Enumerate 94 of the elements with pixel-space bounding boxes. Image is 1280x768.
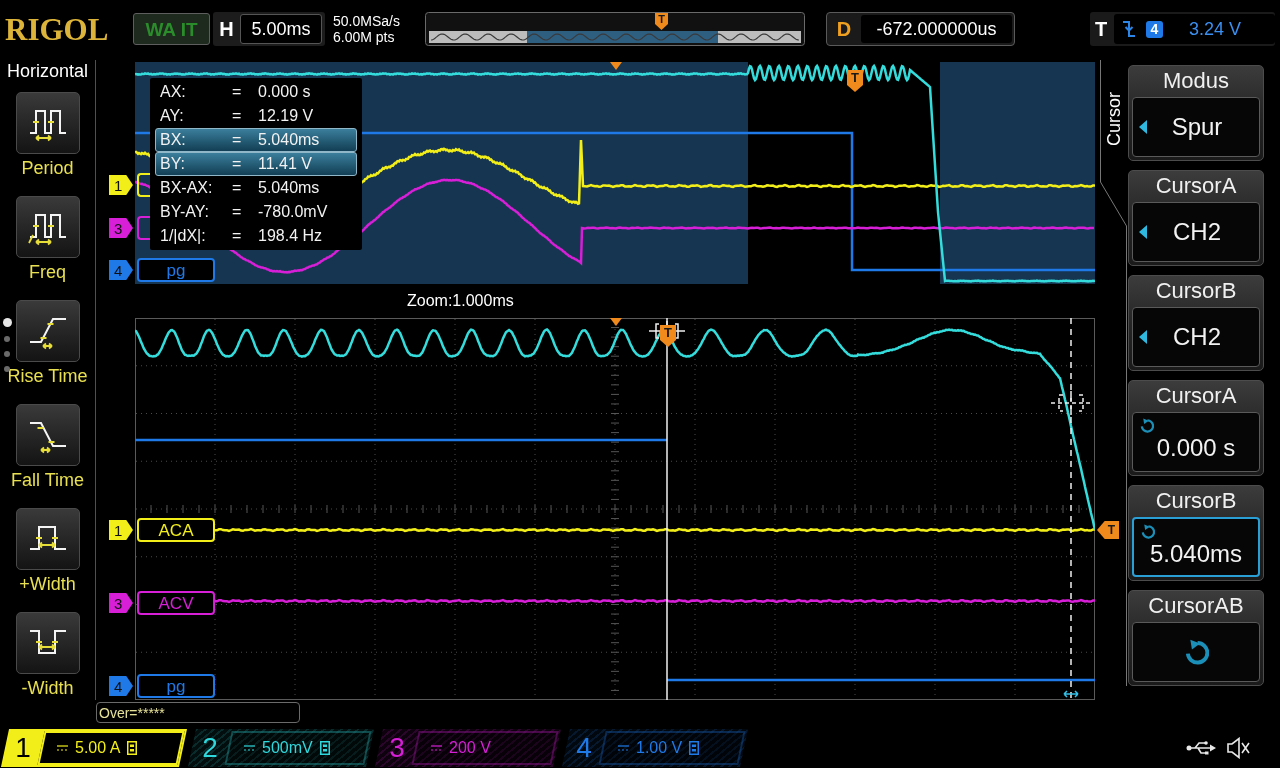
menu-title: Horizontal <box>6 60 88 82</box>
channel-number: 3 <box>388 734 406 762</box>
measure-label: +Width <box>19 573 76 595</box>
measure-button[interactable] <box>15 196 80 258</box>
measure-label: Period <box>21 157 74 179</box>
measure-button[interactable] <box>15 92 80 154</box>
channel-tab[interactable]: 4 1.00 V <box>561 729 749 767</box>
brand-logo: RIGOL <box>5 13 110 45</box>
double-arrow-icon <box>1063 690 1079 698</box>
rotate-icon <box>1139 418 1154 433</box>
softkey[interactable]: CursorA 0.000 s <box>1128 380 1264 476</box>
channel-scale-button[interactable]: 1.00 V <box>598 731 746 765</box>
softkey-title: CursorB <box>1155 277 1237 305</box>
softkey[interactable]: CursorB 5.040ms <box>1128 485 1264 581</box>
dc-coupling-icon <box>618 745 629 751</box>
channel-tab[interactable]: 3 200 V <box>374 729 562 767</box>
channel-marker[interactable]: 3 <box>109 593 133 613</box>
usb-icon <box>1186 740 1216 756</box>
channel-marker[interactable]: 1 <box>109 520 133 540</box>
channel-marker[interactable]: 4 <box>109 676 133 696</box>
channel-scale-button[interactable]: 5.00 A <box>37 731 185 765</box>
trigger-position-icon <box>610 62 622 70</box>
speaker-muted-icon <box>1226 737 1250 759</box>
measure-button[interactable] <box>15 300 80 362</box>
softkey-title: Modus <box>1162 67 1229 95</box>
left-triangle-icon <box>1139 120 1147 134</box>
falling-edge-icon <box>1122 20 1136 38</box>
channel-label: ACV <box>137 591 215 615</box>
softkey[interactable]: CursorA CH2 <box>1128 170 1264 266</box>
softkey-value: Spur <box>1170 115 1224 139</box>
softkey-title: CursorA <box>1155 172 1237 200</box>
measure-button[interactable] <box>15 612 80 674</box>
channel-tab[interactable]: 2 500mV <box>187 729 375 767</box>
softkey-title: CursorAB <box>1148 592 1244 620</box>
channel-marker[interactable]: 3 <box>109 218 133 238</box>
cursor-readout-row-text: BX-AX: = 5.040ms <box>159 178 321 198</box>
left-triangle-icon <box>1139 330 1147 344</box>
cursor-readout-row-text: 1/|dX|: = 198.4 Hz <box>159 226 324 246</box>
run-status: WA IT <box>133 13 210 45</box>
memory-depth: 6.00M pts <box>333 29 396 45</box>
crosshair-icon[interactable] <box>1051 391 1091 415</box>
channel-number: 4 <box>575 734 593 762</box>
channel-marker[interactable]: 4 <box>109 260 133 280</box>
left-triangle-icon <box>1139 225 1147 239</box>
channel-scale-button[interactable]: 500mV <box>224 731 372 765</box>
softkey[interactable]: CursorAB <box>1128 590 1264 686</box>
softkey-value: CH2 <box>1172 220 1222 244</box>
trigger-level-marker[interactable]: T <box>1097 521 1119 539</box>
softkey-title: CursorA <box>1155 382 1237 410</box>
sample-rate: 50.0MSa/s <box>333 13 401 29</box>
trigger-marker[interactable]: T <box>660 325 676 347</box>
cursor-line[interactable] <box>1070 318 1072 700</box>
cursor-readout-row: BY: = 11.41 V <box>155 152 357 176</box>
measure-label: Freq <box>29 261 66 283</box>
timebase-value[interactable]: 5.00ms <box>240 14 322 44</box>
channel-label: pg <box>137 258 215 282</box>
measure-label: -Width <box>21 677 74 699</box>
cursor-readout-row-text: AX: = 0.000 s <box>159 82 312 102</box>
cursor-readout-row: BX: = 5.040ms <box>155 128 357 152</box>
measure-label: Fall Time <box>11 469 84 491</box>
channel-scale-button[interactable]: 200 V <box>411 731 559 765</box>
trigger-position-icon <box>610 318 622 326</box>
dc-coupling-icon <box>57 745 68 751</box>
channel-tab[interactable]: 1 5.00 A <box>0 729 188 767</box>
softkey-value: CH2 <box>1172 325 1222 349</box>
trigger-level-value[interactable]: 3.24 V <box>1189 20 1242 38</box>
dc-coupling-icon <box>431 745 442 751</box>
measure-label: Rise Time <box>7 365 88 387</box>
rotate-icon <box>1183 639 1209 665</box>
channel-number: 2 <box>201 734 219 762</box>
cursor-readout-row-text: AY: = 12.19 V <box>159 106 315 126</box>
trigger-marker[interactable]: T <box>847 70 863 92</box>
measure-button[interactable] <box>15 404 80 466</box>
measure-button[interactable] <box>15 508 80 570</box>
softkey-value: 0.000 s <box>1156 435 1236 461</box>
delay-value[interactable]: -672.000000us <box>861 15 1012 43</box>
dc-coupling-icon <box>244 745 255 751</box>
menu-tab[interactable]: Cursor <box>1105 92 1123 146</box>
channel-number: 1 <box>14 734 32 762</box>
cursor-readout-row-text: BY-AY: = -780.0mV <box>159 202 329 222</box>
rotate-icon <box>1140 524 1155 539</box>
softkey-title: CursorB <box>1155 487 1237 515</box>
status-message: Over=***** <box>96 702 300 723</box>
delay-label: D <box>835 19 853 39</box>
channel-label: ACA <box>137 518 215 542</box>
softkey-value: 5.040ms <box>1149 541 1243 567</box>
timebase-label: H <box>218 19 235 39</box>
softkey[interactable]: CursorB CH2 <box>1128 275 1264 371</box>
trigger-source-badge: 4 <box>1146 20 1163 38</box>
channel-marker[interactable]: 1 <box>109 175 133 195</box>
trigger-label: T <box>1093 19 1109 39</box>
zoom-label: Zoom:1.000ms <box>407 293 514 309</box>
softkey[interactable]: Modus Spur <box>1128 65 1264 161</box>
channel-label: pg <box>137 674 215 698</box>
